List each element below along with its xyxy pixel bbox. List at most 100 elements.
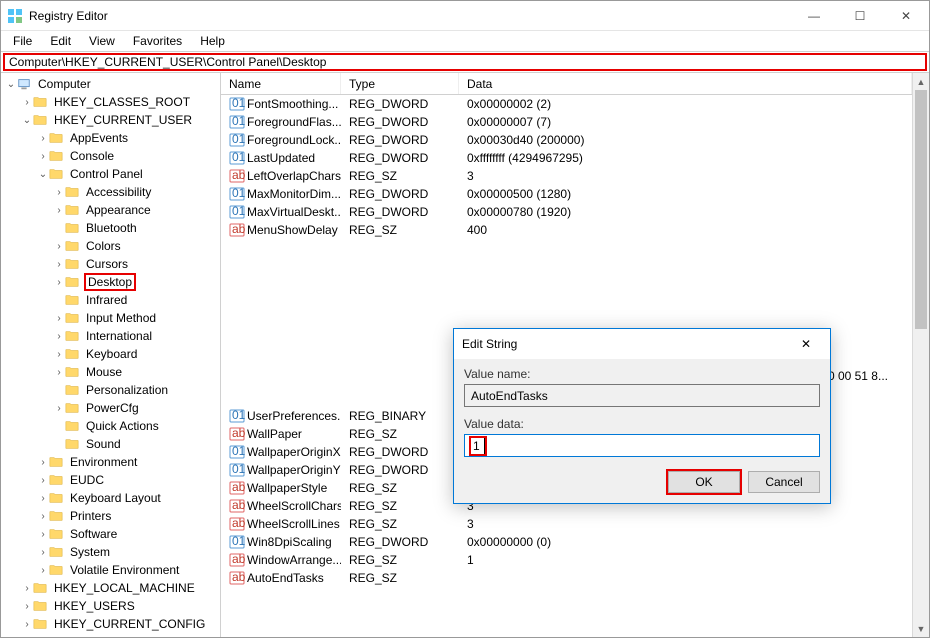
dialog-titlebar[interactable]: Edit String ✕	[454, 329, 830, 359]
tree-node-powercfg[interactable]: ›PowerCfg	[1, 399, 220, 417]
value-row[interactable]: 011LastUpdatedREG_DWORD0xffffffff (42949…	[221, 149, 912, 167]
string-value-icon: ab	[229, 222, 245, 238]
tree-node-input-method[interactable]: ›Input Method	[1, 309, 220, 327]
expand-icon[interactable]: ›	[53, 349, 65, 360]
tree-node-hkey-current-user[interactable]: ⌄HKEY_CURRENT_USER	[1, 111, 220, 129]
value-row[interactable]: abWindowArrange...REG_SZ1	[221, 551, 912, 569]
value-data-label: Value data:	[464, 417, 820, 431]
expand-icon[interactable]: ›	[37, 133, 49, 144]
tree-node-hkey-users[interactable]: ›HKEY_USERS	[1, 597, 220, 615]
binary-value-icon: 011	[229, 408, 245, 424]
cancel-button[interactable]: Cancel	[748, 471, 820, 493]
scroll-track[interactable]	[913, 90, 929, 620]
expand-icon[interactable]: ›	[53, 187, 65, 198]
value-row[interactable]: abWheelScrollLinesREG_SZ3	[221, 515, 912, 533]
tree-node-colors[interactable]: ›Colors	[1, 237, 220, 255]
expand-icon[interactable]: ›	[21, 601, 33, 612]
expand-icon[interactable]: ›	[53, 331, 65, 342]
value-row[interactable]: abLeftOverlapCharsREG_SZ3	[221, 167, 912, 185]
tree-node-console[interactable]: ›Console	[1, 147, 220, 165]
value-row[interactable]: 011MaxMonitorDim...REG_DWORD0x00000500 (…	[221, 185, 912, 203]
scroll-down-icon[interactable]: ▼	[913, 620, 929, 637]
tree-node-printers[interactable]: ›Printers	[1, 507, 220, 525]
column-type[interactable]: Type	[341, 73, 459, 94]
maximize-button[interactable]: ☐	[837, 1, 883, 31]
value-data: 0x00000002 (2)	[459, 97, 912, 111]
tree-node-system[interactable]: ›System	[1, 543, 220, 561]
tree-node-computer[interactable]: ⌄Computer	[1, 75, 220, 93]
collapse-icon[interactable]: ⌄	[5, 79, 17, 90]
expand-icon[interactable]: ›	[37, 151, 49, 162]
column-name[interactable]: Name	[221, 73, 341, 94]
tree-node-quick-actions[interactable]: ›Quick Actions	[1, 417, 220, 435]
tree-view[interactable]: ⌄Computer›HKEY_CLASSES_ROOT⌄HKEY_CURRENT…	[1, 73, 221, 637]
tree-node-hkey-current-config[interactable]: ›HKEY_CURRENT_CONFIG	[1, 615, 220, 633]
value-data: 0x00000000 (0)	[459, 535, 912, 549]
collapse-icon[interactable]: ⌄	[21, 115, 33, 126]
tree-node-control-panel[interactable]: ⌄Control Panel	[1, 165, 220, 183]
tree-node-hkey-classes-root[interactable]: ›HKEY_CLASSES_ROOT	[1, 93, 220, 111]
tree-node-personalization[interactable]: ›Personalization	[1, 381, 220, 399]
value-row[interactable]: 011Win8DpiScalingREG_DWORD0x00000000 (0)	[221, 533, 912, 551]
menu-favorites[interactable]: Favorites	[125, 32, 190, 50]
value-row[interactable]: 011FontSmoothing...REG_DWORD0x00000002 (…	[221, 95, 912, 113]
value-row[interactable]: 011ForegroundLock...REG_DWORD0x00030d40 …	[221, 131, 912, 149]
expand-icon[interactable]: ›	[21, 97, 33, 108]
expand-icon[interactable]: ›	[53, 277, 65, 288]
tree-node-cursors[interactable]: ›Cursors	[1, 255, 220, 273]
tree-node-bluetooth[interactable]: ›Bluetooth	[1, 219, 220, 237]
value-data-field[interactable]: 1	[464, 434, 820, 457]
expand-icon[interactable]: ›	[53, 403, 65, 414]
minimize-button[interactable]: —	[791, 1, 837, 31]
tree-node-keyboard[interactable]: ›Keyboard	[1, 345, 220, 363]
collapse-icon[interactable]: ⌄	[37, 169, 49, 180]
tree-label: EUDC	[68, 473, 106, 487]
menu-view[interactable]: View	[81, 32, 123, 50]
titlebar[interactable]: Registry Editor — ☐ ✕	[1, 1, 929, 31]
value-row[interactable]: abAutoEndTasksREG_SZ	[221, 569, 912, 587]
column-data[interactable]: Data	[459, 73, 912, 94]
tree-node-eudc[interactable]: › EUDC	[1, 471, 220, 489]
ok-button[interactable]: OK	[668, 471, 740, 493]
tree-node-desktop[interactable]: ›Desktop	[1, 273, 220, 291]
tree-node-keyboard-layout[interactable]: ›Keyboard Layout	[1, 489, 220, 507]
tree-node-international[interactable]: ›International	[1, 327, 220, 345]
expand-icon[interactable]: ›	[53, 367, 65, 378]
expand-icon[interactable]: ›	[37, 475, 49, 486]
value-row[interactable]: 011MaxVirtualDeskt...REG_DWORD0x00000780…	[221, 203, 912, 221]
string-value-icon: ab	[229, 168, 245, 184]
expand-icon[interactable]: ›	[37, 565, 49, 576]
expand-icon[interactable]: ›	[53, 259, 65, 270]
expand-icon[interactable]: ›	[37, 511, 49, 522]
tree-node-hkey-local-machine[interactable]: ›HKEY_LOCAL_MACHINE	[1, 579, 220, 597]
tree-node-environment[interactable]: ›Environment	[1, 453, 220, 471]
tree-node-volatile-environment[interactable]: ›Volatile Environment	[1, 561, 220, 579]
expand-icon[interactable]: ›	[37, 529, 49, 540]
tree-node-infrared[interactable]: ›Infrared	[1, 291, 220, 309]
close-button[interactable]: ✕	[883, 1, 929, 31]
expand-icon[interactable]: ›	[37, 493, 49, 504]
address-bar[interactable]: Computer\HKEY_CURRENT_USER\Control Panel…	[3, 53, 927, 71]
vertical-scrollbar[interactable]: ▲ ▼	[912, 73, 929, 637]
scroll-up-icon[interactable]: ▲	[913, 73, 929, 90]
menu-help[interactable]: Help	[192, 32, 233, 50]
expand-icon[interactable]: ›	[53, 205, 65, 216]
expand-icon[interactable]: ›	[37, 457, 49, 468]
expand-icon[interactable]: ›	[53, 313, 65, 324]
tree-node-software[interactable]: ›Software	[1, 525, 220, 543]
value-row[interactable]: abMenuShowDelayREG_SZ400	[221, 221, 912, 239]
expand-icon[interactable]: ›	[37, 547, 49, 558]
expand-icon[interactable]: ›	[53, 241, 65, 252]
tree-node-appevents[interactable]: ›AppEvents	[1, 129, 220, 147]
tree-node-sound[interactable]: ›Sound	[1, 435, 220, 453]
tree-node-accessibility[interactable]: ›Accessibility	[1, 183, 220, 201]
expand-icon[interactable]: ›	[21, 619, 33, 630]
tree-node-appearance[interactable]: ›Appearance	[1, 201, 220, 219]
menu-file[interactable]: File	[5, 32, 40, 50]
value-row[interactable]: 011ForegroundFlas...REG_DWORD0x00000007 …	[221, 113, 912, 131]
dialog-close-button[interactable]: ✕	[790, 329, 822, 359]
scroll-thumb[interactable]	[915, 90, 927, 329]
tree-node-mouse[interactable]: ›Mouse	[1, 363, 220, 381]
expand-icon[interactable]: ›	[21, 583, 33, 594]
menu-edit[interactable]: Edit	[42, 32, 79, 50]
